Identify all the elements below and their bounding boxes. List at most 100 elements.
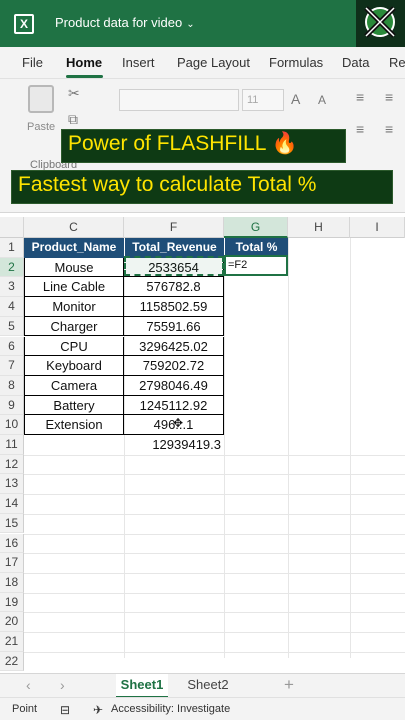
row-header[interactable]: 21 bbox=[0, 632, 24, 652]
cell-mode-status: Point bbox=[12, 703, 38, 715]
decrease-font-icon[interactable]: A bbox=[318, 93, 326, 107]
macro-record-icon[interactable]: ⊟ bbox=[60, 703, 70, 717]
row-header[interactable]: 14 bbox=[0, 494, 24, 514]
accessibility-icon[interactable]: ✈ bbox=[93, 703, 103, 717]
table-cell-product[interactable]: CPU bbox=[24, 336, 124, 357]
table-cell-revenue[interactable]: 576782.8 bbox=[124, 277, 224, 298]
column-header-c[interactable]: C bbox=[24, 217, 124, 238]
table-cell-product[interactable]: Charger bbox=[24, 316, 124, 337]
paste-label[interactable]: Paste bbox=[27, 121, 55, 133]
column-header-g[interactable]: G bbox=[224, 217, 288, 238]
row-header[interactable]: 5 bbox=[0, 316, 24, 337]
table-cell-product[interactable]: Extension bbox=[24, 415, 124, 435]
column-header-i[interactable]: I bbox=[350, 217, 405, 238]
row-header[interactable]: 8 bbox=[0, 375, 24, 396]
row-header[interactable]: 10 bbox=[0, 415, 24, 435]
revenue-total-cell[interactable]: 12939419.3 bbox=[124, 435, 224, 455]
gridline bbox=[24, 454, 405, 456]
sheet-prev-icon[interactable]: ‹ bbox=[26, 677, 31, 693]
table-cell-revenue[interactable]: 3296425.02 bbox=[124, 336, 224, 357]
active-tab-indicator bbox=[66, 75, 103, 78]
align-center-icon[interactable]: ≡ bbox=[385, 121, 393, 137]
cut-icon[interactable]: ✂ bbox=[68, 85, 80, 102]
row-header[interactable]: 9 bbox=[0, 395, 24, 416]
paste-icon[interactable] bbox=[28, 85, 54, 113]
gridline bbox=[24, 533, 405, 535]
ribbon-tabs: File Home Insert Page Layout Formulas Da… bbox=[0, 47, 405, 79]
copy-icon[interactable]: ⧉ bbox=[68, 111, 78, 128]
gridline bbox=[24, 474, 405, 476]
status-bar: Point ⊟ ✈ Accessibility: Investigate bbox=[0, 697, 405, 720]
table-cell-revenue[interactable]: 75591.66 bbox=[124, 316, 224, 337]
chevron-down-icon[interactable]: ⌄ bbox=[186, 19, 194, 30]
row-header[interactable]: 6 bbox=[0, 336, 24, 357]
row-header[interactable]: 1 bbox=[0, 238, 24, 258]
row-header[interactable]: 2 bbox=[0, 257, 24, 278]
align-top-icon[interactable]: ≡ bbox=[356, 89, 364, 105]
row-header[interactable]: 3 bbox=[0, 277, 24, 298]
column-headers: C F G H I bbox=[0, 217, 405, 238]
select-all-corner[interactable] bbox=[0, 217, 24, 238]
row-header[interactable]: 18 bbox=[0, 572, 24, 593]
font-name-box[interactable] bbox=[119, 89, 239, 111]
row-header[interactable]: 22 bbox=[0, 651, 24, 672]
gridline bbox=[24, 513, 405, 515]
accessibility-status[interactable]: Accessibility: Investigate bbox=[111, 703, 230, 715]
title-banner: Power of FLASHFILL 🔥 bbox=[61, 129, 346, 163]
header-product-name[interactable]: Product_Name bbox=[24, 238, 124, 258]
table-cell-product[interactable]: Mouse bbox=[24, 257, 124, 278]
row-header[interactable]: 12 bbox=[0, 454, 24, 475]
sheet-tab-bar: ‹ › Sheet1 Sheet2 + bbox=[0, 673, 405, 698]
document-title[interactable]: Product data for video ⌄ bbox=[55, 15, 195, 30]
table-cell-product[interactable]: Line Cable bbox=[24, 277, 124, 298]
row-header[interactable]: 16 bbox=[0, 533, 24, 554]
add-sheet-icon[interactable]: + bbox=[284, 675, 294, 695]
tab-file[interactable]: File bbox=[22, 55, 43, 70]
table-cell-product[interactable]: Keyboard bbox=[24, 356, 124, 376]
row-header[interactable]: 17 bbox=[0, 553, 24, 573]
table-cell-product[interactable]: Camera bbox=[24, 375, 124, 396]
table-cell-revenue[interactable]: 759202.72 bbox=[124, 356, 224, 376]
table-cell-product[interactable]: Battery bbox=[24, 395, 124, 416]
font-size-box[interactable]: 11 bbox=[242, 89, 284, 111]
excel-window: X Product data for video ⌄ File Home Inse… bbox=[0, 0, 405, 720]
row-header[interactable]: 15 bbox=[0, 513, 24, 534]
gridline bbox=[224, 238, 225, 658]
column-header-h[interactable]: H bbox=[288, 217, 350, 238]
align-middle-icon[interactable]: ≡ bbox=[385, 89, 393, 105]
cell-cursor-icon: ✥ bbox=[173, 416, 184, 430]
sheet-next-icon[interactable]: › bbox=[60, 677, 65, 693]
gridline bbox=[24, 632, 405, 633]
row-header[interactable]: 13 bbox=[0, 474, 24, 495]
increase-font-icon[interactable]: A bbox=[291, 91, 300, 107]
gridline bbox=[24, 553, 405, 555]
align-left-icon[interactable]: ≡ bbox=[356, 121, 364, 137]
worksheet-grid[interactable]: C F G H I 1 2 3 4 5 6 7 8 9 10 11 12 13 … bbox=[0, 213, 405, 673]
gridline bbox=[288, 238, 289, 658]
title-bar: X Product data for video ⌄ bbox=[0, 0, 405, 47]
tab-sheet2[interactable]: Sheet2 bbox=[180, 674, 236, 698]
gridline bbox=[24, 592, 405, 594]
tab-home[interactable]: Home bbox=[66, 55, 102, 70]
row-header[interactable]: 11 bbox=[0, 435, 24, 455]
tab-sheet1[interactable]: Sheet1 bbox=[116, 674, 168, 698]
row-header[interactable]: 19 bbox=[0, 592, 24, 613]
table-cell-revenue[interactable]: 2798046.49 bbox=[124, 375, 224, 396]
table-cell-revenue[interactable]: 1245112.92 bbox=[124, 395, 224, 416]
column-header-f[interactable]: F bbox=[124, 217, 224, 238]
tab-page-layout[interactable]: Page Layout bbox=[177, 55, 250, 70]
table-cell-product[interactable]: Monitor bbox=[24, 297, 124, 317]
active-cell-g2[interactable]: =F2 bbox=[224, 255, 288, 276]
excel-icon: X bbox=[14, 14, 34, 34]
tab-data[interactable]: Data bbox=[342, 55, 369, 70]
tab-review[interactable]: Re bbox=[389, 55, 405, 70]
header-total-revenue[interactable]: Total_Revenue bbox=[124, 238, 224, 258]
gridline bbox=[24, 494, 405, 496]
tab-formulas[interactable]: Formulas bbox=[269, 55, 323, 70]
row-header[interactable]: 4 bbox=[0, 297, 24, 317]
row-header[interactable]: 20 bbox=[0, 612, 24, 632]
gridline bbox=[24, 572, 405, 574]
tab-insert[interactable]: Insert bbox=[122, 55, 155, 70]
table-cell-revenue[interactable]: 1158502.59 bbox=[124, 297, 224, 317]
row-header[interactable]: 7 bbox=[0, 356, 24, 376]
